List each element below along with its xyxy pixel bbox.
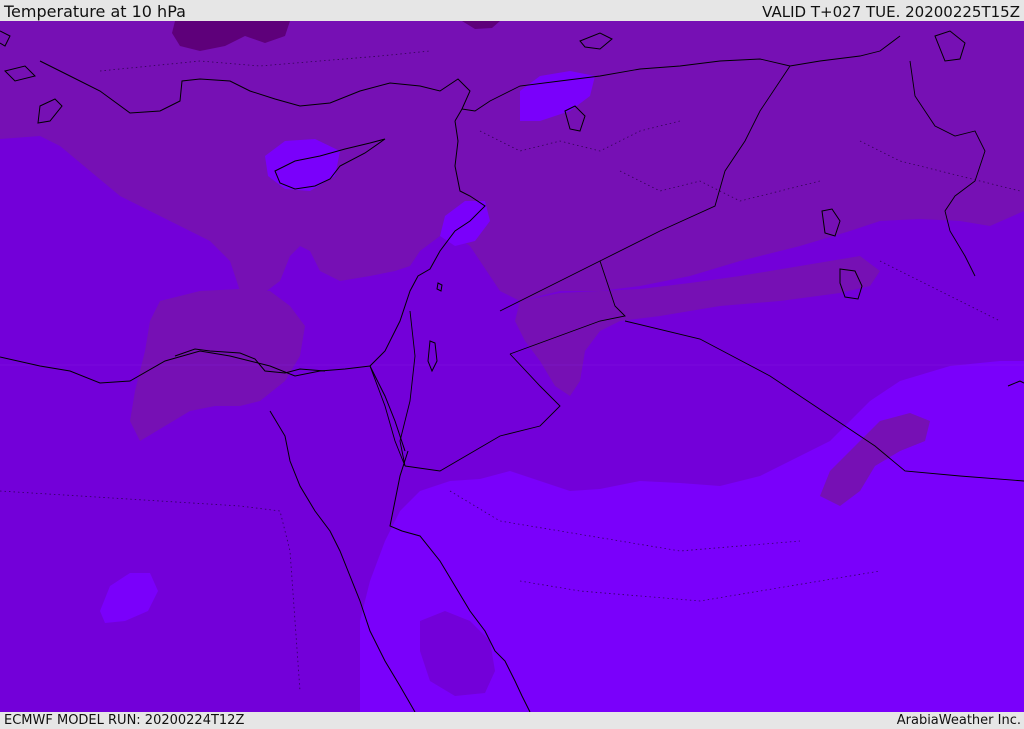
map-title: Temperature at 10 hPa xyxy=(4,2,186,21)
model-run-label: ECMWF MODEL RUN: 20200224T12Z xyxy=(4,713,245,728)
footer-bar: ECMWF MODEL RUN: 20200224T12Z ArabiaWeat… xyxy=(0,712,1024,729)
valid-time-label: VALID T+027 TUE. 20200225T15Z xyxy=(762,3,1020,21)
credit-label: ArabiaWeather Inc. xyxy=(896,713,1021,728)
map-svg xyxy=(0,21,1024,712)
header-bar: Temperature at 10 hPa VALID T+027 TUE. 2… xyxy=(0,0,1024,21)
weather-map xyxy=(0,21,1024,712)
